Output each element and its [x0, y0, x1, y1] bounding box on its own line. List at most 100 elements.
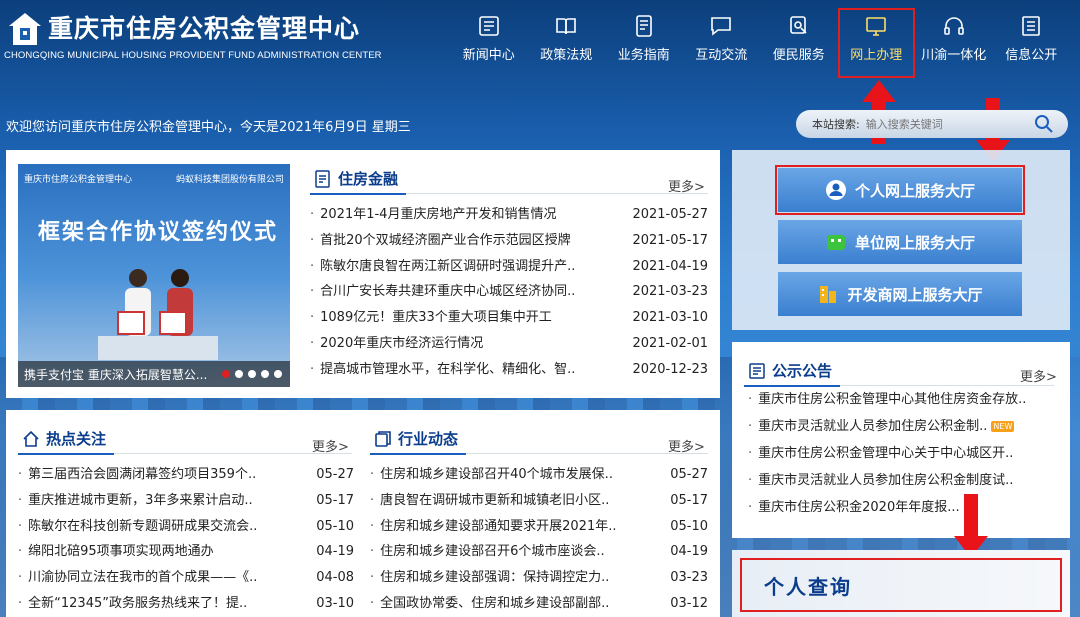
nav-item-chuanyu[interactable]: 川渝一体化: [915, 8, 993, 78]
more-link[interactable]: 更多>: [312, 436, 349, 455]
item-date: 2021-05-17: [632, 232, 708, 248]
service-label: 个人网上服务大厅: [854, 181, 975, 200]
list-item[interactable]: 住房和城乡建设部召开6个城市座谈会.. 04-19: [370, 539, 708, 565]
news-slideshow[interactable]: 重庆市住房公积金管理中心 蚂蚁科技集团股份有限公司 框架合作协议签约仪式 携手支…: [18, 164, 290, 387]
list-item[interactable]: 绵阳北碚95项事项实现两地通办 04-19: [18, 539, 354, 565]
list-item[interactable]: 陈敏尔唐良智在两江新区调研时强调提升产.. 2021-04-19: [310, 254, 708, 280]
item-date: 2020-12-23: [632, 361, 708, 377]
list-item[interactable]: 唐良智在调研城市更新和城镇老旧小区.. 05-17: [370, 488, 708, 514]
section-industry-news[interactable]: 行业动态: [374, 428, 458, 449]
section-title-text: 公示公告: [772, 362, 833, 380]
nav-item-online[interactable]: 网上办理: [837, 8, 915, 78]
slide-dot[interactable]: [274, 370, 282, 378]
item-title: 陈敏尔在科技创新专题调研成果交流会..: [18, 514, 257, 540]
headset-icon: [943, 17, 964, 35]
list-item[interactable]: 住房和城乡建设部强调：保持调控定力.. 03-23: [370, 565, 708, 591]
notices-list: 重庆市住房公积金管理中心其他住房资金存放.. 重庆市灵活就业人员参加住房公积金制…: [748, 386, 1048, 521]
copy-icon: [375, 430, 391, 447]
nav-item-interaction[interactable]: 互动交流: [683, 8, 761, 78]
service-icon: [789, 16, 807, 34]
site-header: 重庆市住房公积金管理中心 CHONGQING MUNICIPAL HOUSING…: [0, 0, 1080, 100]
chat-icon: [711, 17, 732, 36]
list-item[interactable]: 2021年1-4月重庆房地产开发和销售情况 2021-05-27: [310, 202, 708, 228]
developer-service-hall-button[interactable]: 开发商网上服务大厅: [778, 272, 1022, 316]
search-input[interactable]: [865, 117, 1016, 131]
list-item[interactable]: 重庆市灵活就业人员参加住房公积金制度试..: [748, 467, 1048, 494]
item-date: 03-12: [670, 595, 708, 611]
nav-label: 互动交流: [695, 48, 748, 63]
slide-headline: 框架合作协议签约仪式: [38, 220, 279, 245]
section-title-text: 行业动态: [398, 430, 459, 448]
list-item[interactable]: 陈敏尔在科技创新专题调研成果交流会.. 05-10: [18, 514, 354, 540]
list-item[interactable]: 第三届西洽会圆满闭幕签约项目359个.. 05-27: [18, 462, 354, 488]
topics-panel: 热点关注 更多> 第三届西洽会圆满闭幕签约项目359个.. 05-27 重庆推进城…: [6, 410, 720, 617]
list-item[interactable]: 住房和城乡建设部通知要求开展2021年.. 05-10: [370, 514, 708, 540]
section-hot-topics[interactable]: 热点关注: [22, 428, 106, 449]
item-title: 住房和城乡建设部召开40个城市发展保..: [370, 462, 613, 488]
item-title: 住房和城乡建设部通知要求开展2021年..: [370, 514, 616, 540]
item-date: 05-10: [670, 518, 708, 534]
item-title: 重庆市住房公积金管理中心关于中心城区开..: [758, 446, 1014, 461]
document-list-icon: [315, 169, 330, 188]
item-date: 2021-02-01: [632, 335, 708, 351]
section-underline: [370, 453, 466, 455]
item-title: 重庆市住房公积金2020年年度报...: [758, 500, 960, 515]
list-item[interactable]: 重庆市住房公积金管理中心其他住房资金存放..: [748, 386, 1048, 413]
item-title: 绵阳北碚95项事项实现两地通办: [18, 539, 214, 565]
list-item[interactable]: 首批20个双城经济圈产业合作示范园区授牌 2021-05-17: [310, 228, 708, 254]
personal-query-button[interactable]: 个人查询: [740, 558, 1062, 612]
more-link[interactable]: 更多>: [668, 176, 705, 195]
slide-dots: [217, 370, 282, 378]
nav-item-service[interactable]: 便民服务: [760, 8, 838, 78]
nav-item-disclosure[interactable]: 信息公开: [993, 8, 1071, 78]
nav-item-guide[interactable]: 业务指南: [605, 8, 683, 78]
slide-dot[interactable]: [261, 370, 269, 378]
slide-dot[interactable]: [248, 370, 256, 378]
nav-label: 网上办理: [850, 48, 903, 63]
news-panel: 重庆市住房公积金管理中心 蚂蚁科技集团股份有限公司 框架合作协议签约仪式 携手支…: [6, 150, 720, 398]
newspaper-icon: [478, 16, 499, 36]
nav-item-policy[interactable]: 政策法规: [528, 8, 606, 78]
list-item[interactable]: 全国政协常委、住房和城乡建设部副部.. 03-12: [370, 591, 708, 617]
main-nav: 新闻中心 政策法规 业务指南 互动交流 便民服务 网上办理 川渝一体化 信息公开: [450, 8, 1070, 78]
service-label: 单位网上服务大厅: [854, 233, 975, 252]
list-item[interactable]: 重庆推进城市更新，3年多来累计启动.. 05-17: [18, 488, 354, 514]
list-item[interactable]: 合川广安长寿共建环重庆中心城区经济协同.. 2021-03-23: [310, 279, 708, 305]
list-item[interactable]: 川渝协同立法在我市的首个成果——《.. 04-08: [18, 565, 354, 591]
site-search: 本站搜索:: [796, 110, 1068, 138]
search-label: 本站搜索:: [812, 118, 860, 131]
slide-dot[interactable]: [222, 370, 230, 378]
item-title: 住房和城乡建设部强调：保持调控定力..: [370, 565, 609, 591]
item-title: 1089亿元！重庆33个重大项目集中开工: [310, 305, 552, 331]
section-housing-finance[interactable]: 住房金融: [314, 168, 398, 189]
list-item[interactable]: 重庆市灵活就业人员参加住房公积金制..NEW: [748, 413, 1048, 440]
unit-service-hall-button[interactable]: 单位网上服务大厅: [778, 220, 1022, 264]
item-date: 05-17: [670, 492, 708, 508]
industry-news-list: 住房和城乡建设部召开40个城市发展保.. 05-27 唐良智在调研城市更新和城镇老…: [370, 462, 708, 617]
search-icon[interactable]: [1034, 114, 1054, 134]
list-item[interactable]: 重庆市住房公积金管理中心关于中心城区开..: [748, 440, 1048, 467]
list-item[interactable]: 2020年重庆市经济运行情况 2021-02-01: [310, 331, 708, 357]
item-title: 合川广安长寿共建环重庆中心城区经济协同..: [310, 279, 575, 305]
item-title: 重庆市灵活就业人员参加住房公积金制度试..: [758, 473, 1014, 488]
new-badge: NEW: [991, 421, 1015, 432]
nav-label: 新闻中心: [462, 48, 515, 63]
nav-label: 川渝一体化: [921, 48, 987, 63]
more-link[interactable]: 更多>: [668, 436, 705, 455]
list-item[interactable]: 1089亿元！重庆33个重大项目集中开工 2021-03-10: [310, 305, 708, 331]
service-halls-panel: 个人网上服务大厅 单位网上服务大厅 开发商网上服务大厅: [732, 150, 1070, 330]
list-item[interactable]: 全新“12345”政务服务热线来了！提.. 03-10: [18, 591, 354, 617]
list-item[interactable]: 提高城市管理水平，在科学化、精细化、智.. 2020-12-23: [310, 357, 708, 383]
guide-icon: [635, 15, 652, 37]
nav-item-news[interactable]: 新闻中心: [450, 8, 528, 78]
signing-ceremony-image: [98, 269, 218, 360]
more-link[interactable]: 更多>: [1020, 366, 1057, 385]
personal-service-hall-button[interactable]: 个人网上服务大厅: [775, 165, 1025, 215]
slide-dot[interactable]: [235, 370, 243, 378]
item-title: 陈敏尔唐良智在两江新区调研时强调提升产..: [310, 254, 575, 280]
list-item[interactable]: 住房和城乡建设部召开40个城市发展保.. 05-27: [370, 462, 708, 488]
site-logo[interactable]: 重庆市住房公积金管理中心: [6, 10, 360, 48]
site-title: 重庆市住房公积金管理中心: [48, 14, 361, 43]
section-notices[interactable]: 公示公告: [748, 360, 832, 381]
list-item[interactable]: 重庆市住房公积金2020年年度报...: [748, 494, 1048, 521]
